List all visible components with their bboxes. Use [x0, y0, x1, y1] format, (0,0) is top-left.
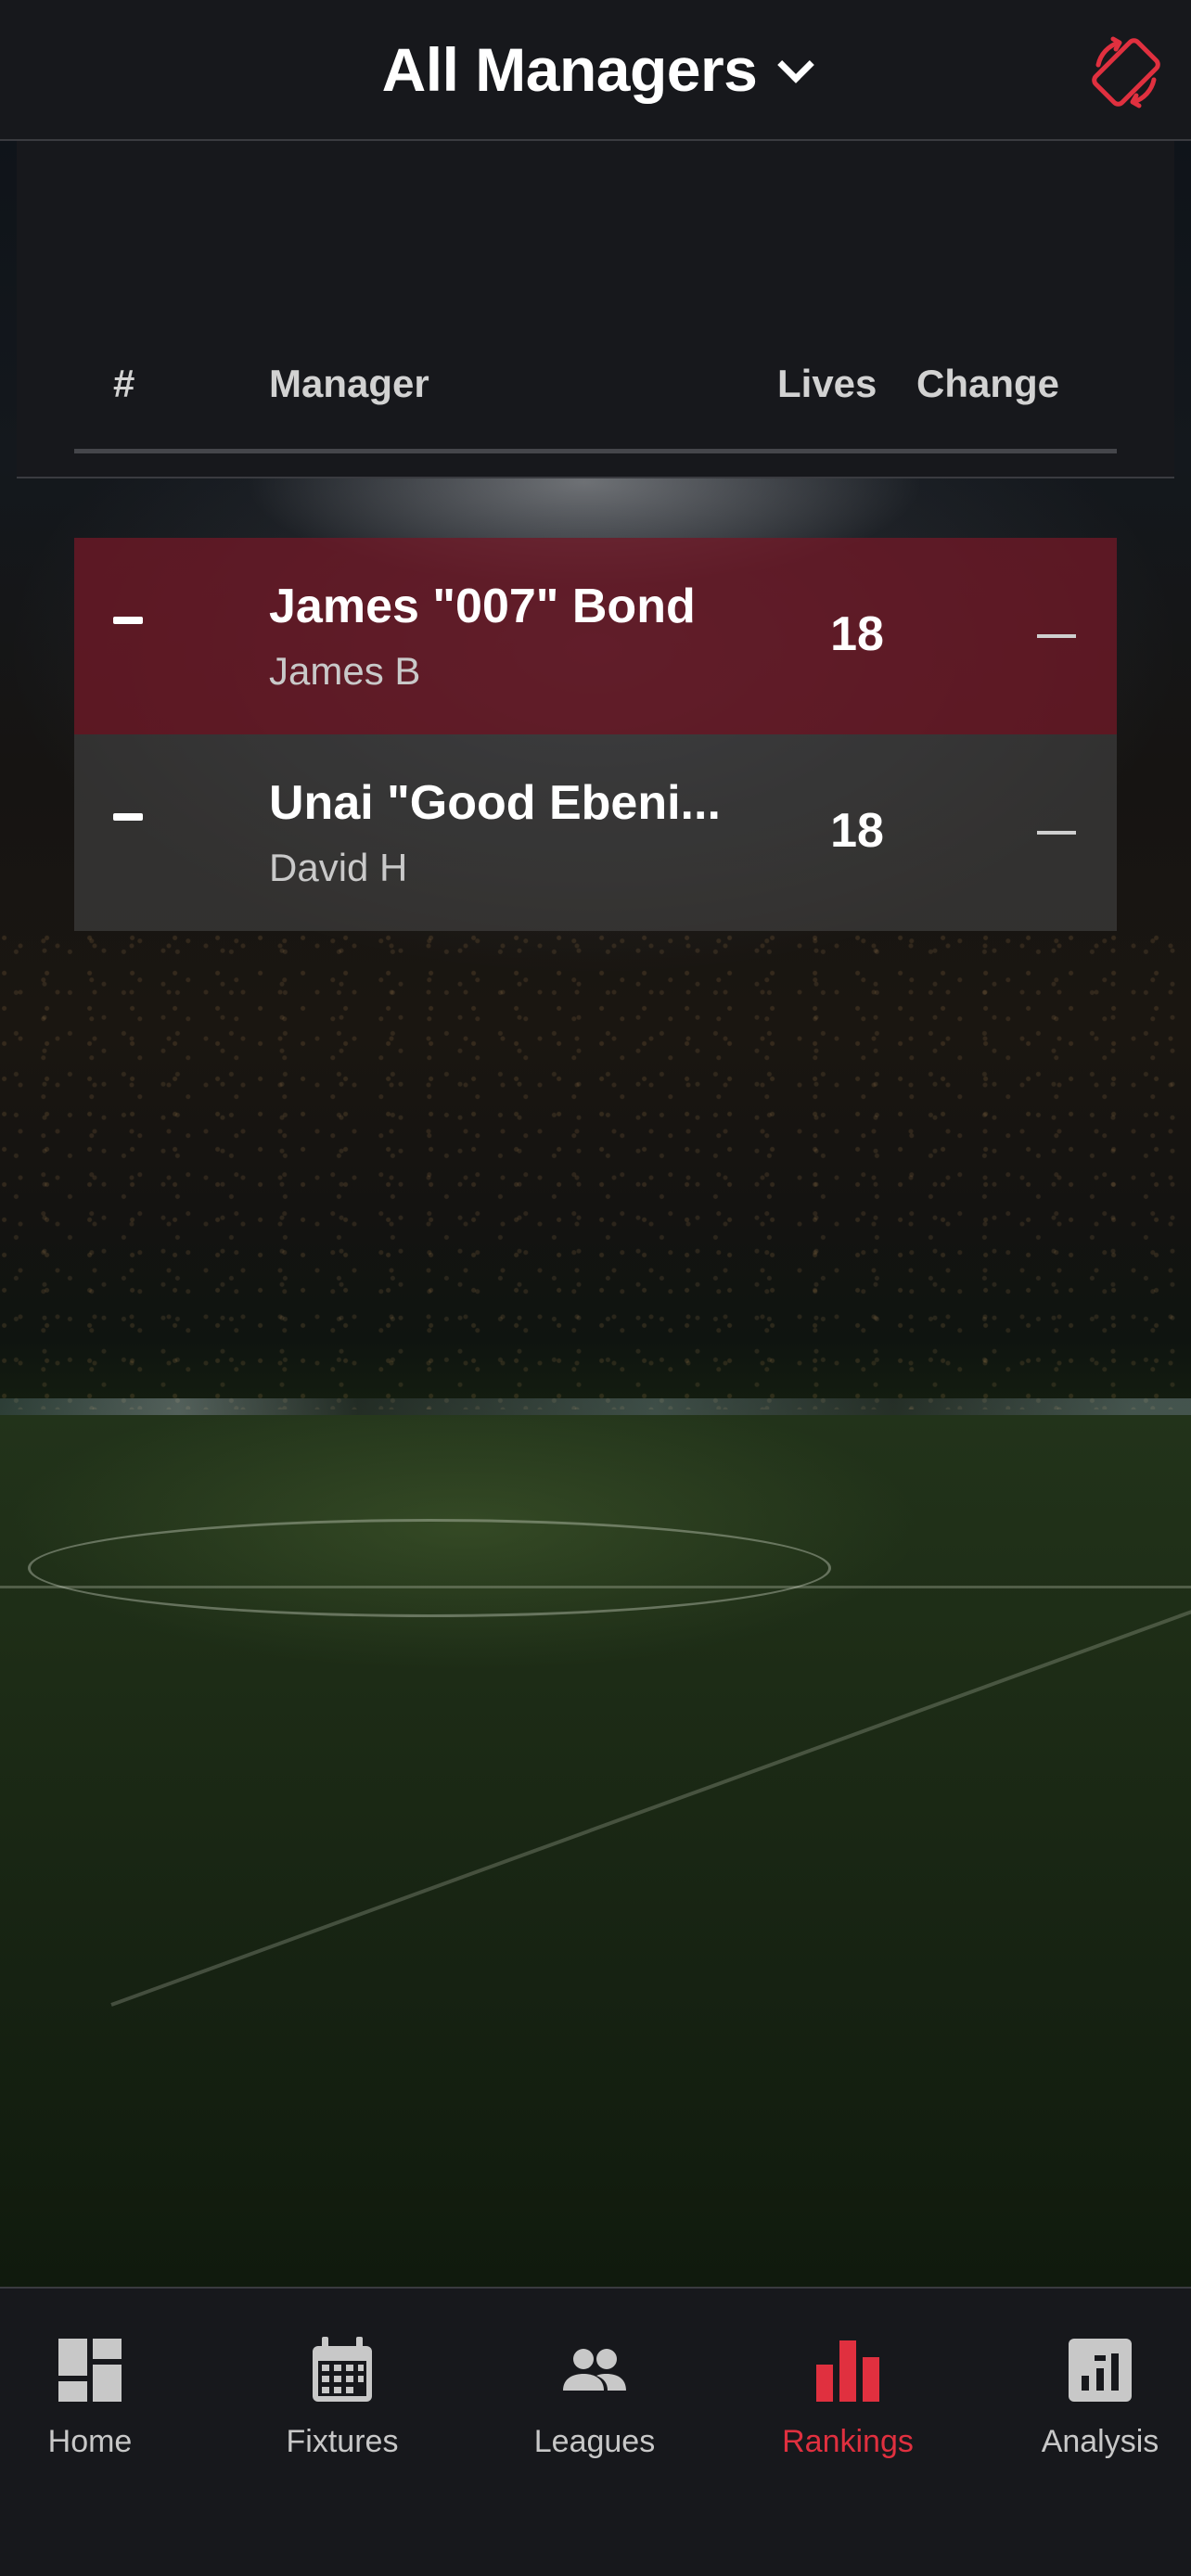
rank-indicator: – — [113, 617, 143, 624]
pitch-centre-circle — [28, 1519, 831, 1617]
column-header-change[interactable]: Change — [916, 362, 1059, 406]
lives-count: 18 — [830, 607, 884, 661]
tab-label: Leagues — [533, 2424, 656, 2459]
manager-filter-dropdown[interactable]: All Managers — [0, 28, 1191, 111]
manager-team-name: Unai "Good Ebeni... — [269, 776, 721, 830]
chevron-down-icon — [777, 46, 815, 83]
screen-rotation-icon[interactable] — [1085, 32, 1167, 113]
tab-home[interactable]: Home — [0, 2337, 192, 2485]
tab-analysis[interactable]: Analysis — [998, 2337, 1191, 2485]
calendar-icon — [313, 2337, 372, 2402]
tab-leagues[interactable]: Leagues — [493, 2337, 697, 2485]
column-header-lives[interactable]: Lives — [777, 362, 877, 406]
advertising-boards — [0, 1398, 1191, 1415]
rank-change-indicator — [1037, 831, 1076, 835]
stadium-crowd — [0, 927, 1191, 1409]
rank-indicator: – — [113, 813, 143, 821]
tab-fixtures[interactable]: Fixtures — [240, 2337, 444, 2485]
manager-team-name: James "007" Bond — [269, 580, 696, 633]
manager-user-name: David H — [269, 846, 408, 889]
page-title: All Managers — [381, 35, 758, 104]
tab-label: Fixtures — [286, 2424, 399, 2459]
column-header-rank: # — [113, 362, 135, 405]
tab-label: Rankings — [782, 2424, 914, 2459]
column-header-manager[interactable]: Manager — [269, 362, 429, 406]
tab-rankings[interactable]: Rankings — [746, 2337, 950, 2485]
rankings-table-header-panel — [17, 141, 1174, 478]
app-root: All Managers # Manager Lives Change – Ja… — [0, 0, 1191, 2576]
lives-count: 18 — [830, 804, 884, 858]
tab-label: Analysis — [1041, 2424, 1159, 2459]
table-row[interactable]: – James "007" Bond James B 18 — [74, 538, 1117, 734]
manager-user-name: James B — [269, 649, 421, 693]
bar-chart-icon — [816, 2340, 879, 2402]
dashboard-icon — [58, 2339, 122, 2402]
header-divider — [74, 449, 1117, 453]
bottom-tab-bar: Home Fixtures Leagues Rankings Analysis — [0, 2287, 1191, 2576]
rank-change-indicator — [1037, 634, 1076, 638]
people-icon — [563, 2349, 626, 2391]
analytics-icon — [1069, 2339, 1132, 2402]
table-row[interactable]: – Unai "Good Ebeni... David H 18 — [74, 734, 1117, 931]
tab-label: Home — [47, 2424, 133, 2459]
pitch-halfway-line — [0, 1586, 1191, 1588]
header-bar: All Managers — [0, 0, 1191, 141]
